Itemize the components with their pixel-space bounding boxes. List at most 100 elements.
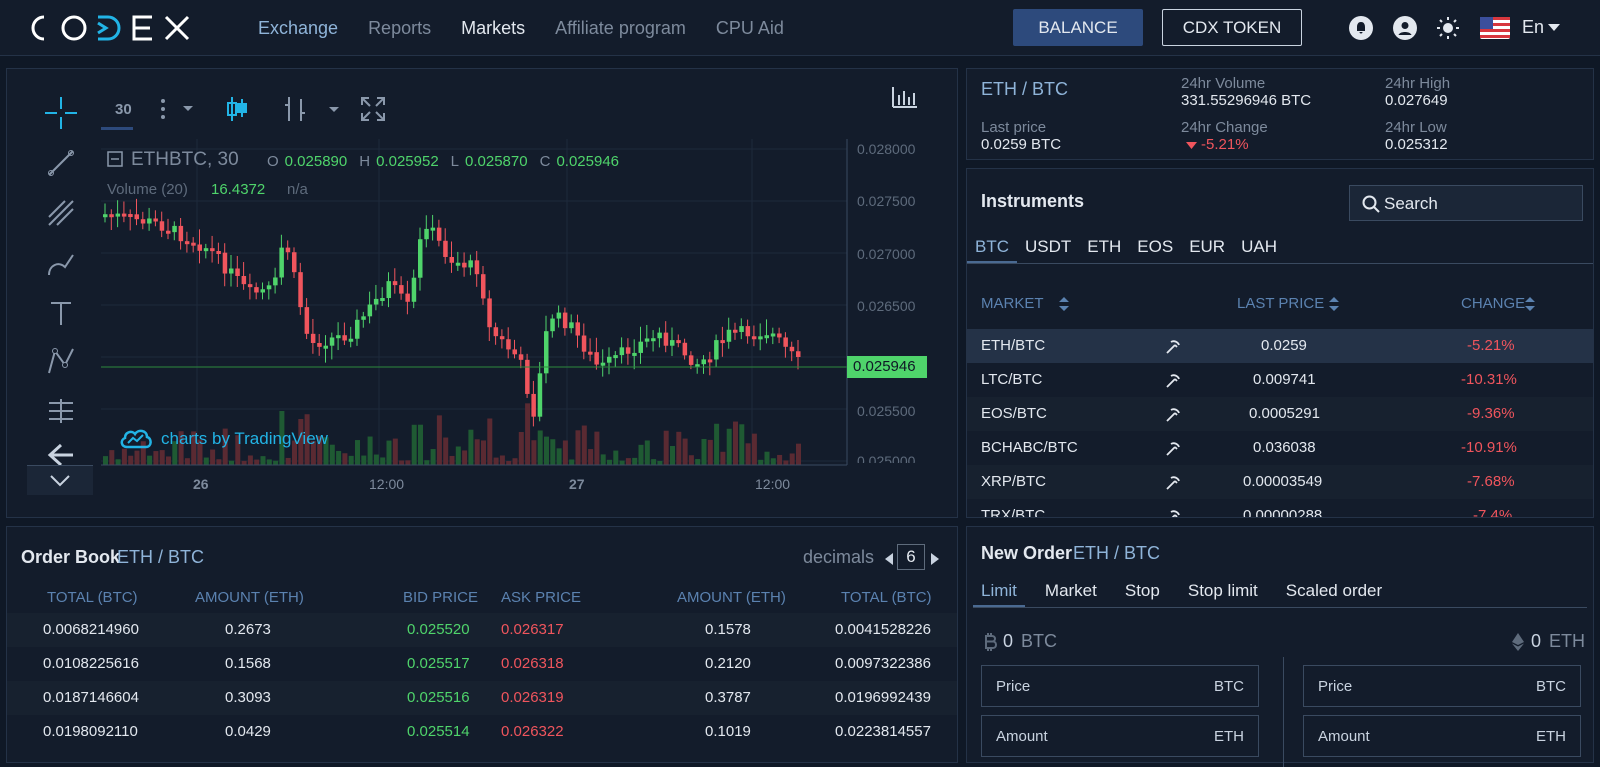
amount-unit: ETH xyxy=(1214,728,1244,745)
col-market[interactable]: MARKET xyxy=(981,295,1044,312)
sell-price-input[interactable]: Price BTC xyxy=(1303,665,1581,707)
pickaxe-icon[interactable] xyxy=(1165,407,1181,423)
tab-stop-limit[interactable]: Stop limit xyxy=(1180,579,1266,607)
instruments-search-input[interactable]: Search xyxy=(1349,185,1583,221)
volume-bar xyxy=(518,432,524,465)
collapse-legend-icon[interactable] xyxy=(107,151,123,167)
instrument-row[interactable]: ETH/BTC 0.0259 -5.21% xyxy=(967,329,1593,363)
nav-affiliate[interactable]: Affiliate program xyxy=(555,18,686,39)
tradingview-link[interactable]: charts by TradingView xyxy=(161,429,328,449)
brush-icon[interactable] xyxy=(45,247,77,279)
price-placeholder: Price xyxy=(996,678,1031,695)
crosshair-icon[interactable] xyxy=(43,95,79,131)
order-book-row[interactable]: 0.0108225616 0.1568 0.025517 0.026318 0.… xyxy=(7,647,957,681)
volume-bar xyxy=(714,423,720,465)
text-tool-icon[interactable] xyxy=(45,297,77,329)
candle xyxy=(342,335,347,341)
candle xyxy=(103,214,108,218)
tab-stop[interactable]: Stop xyxy=(1117,579,1168,607)
amount-unit: ETH xyxy=(1536,728,1566,745)
volume-bar xyxy=(701,438,707,465)
col-last-price[interactable]: LAST PRICE xyxy=(1237,295,1324,312)
collapse-tools-button[interactable] xyxy=(27,465,93,495)
us-flag-icon[interactable] xyxy=(1480,17,1510,39)
volume-bar xyxy=(537,430,543,465)
instrument-row[interactable]: EOS/BTC 0.0005291 -9.36% xyxy=(967,397,1593,431)
tab-eos[interactable]: EOS xyxy=(1129,235,1181,263)
total-bid: 0.0108225616 xyxy=(43,655,139,672)
instrument-row[interactable]: BCHABC/BTC 0.036038 -10.91% xyxy=(967,431,1593,465)
candle xyxy=(329,337,335,346)
nav-cpu-aid[interactable]: CPU Aid xyxy=(716,18,784,39)
indicators-icon[interactable] xyxy=(283,95,353,123)
decimals-increase-icon[interactable] xyxy=(931,553,939,565)
candle xyxy=(455,262,461,266)
fib-tool-icon[interactable] xyxy=(45,197,77,229)
nav-reports[interactable]: Reports xyxy=(368,18,431,39)
bid-price: 0.025520 xyxy=(407,621,470,638)
tab-limit[interactable]: Limit xyxy=(973,579,1025,607)
interval-selector[interactable]: 30 xyxy=(115,101,132,118)
back-arrow-icon[interactable] xyxy=(47,443,75,467)
order-book-row[interactable]: 0.0198092110 0.0429 0.025514 0.026322 0.… xyxy=(7,715,957,749)
tab-eth[interactable]: ETH xyxy=(1079,235,1129,263)
buy-amount-input[interactable]: Amount ETH xyxy=(981,715,1259,757)
chevron-down-icon[interactable] xyxy=(1548,24,1560,32)
sort-icon[interactable] xyxy=(1329,297,1339,311)
user-icon[interactable] xyxy=(1393,16,1417,40)
tab-uah[interactable]: UAH xyxy=(1233,235,1285,263)
close-value: 0.025946 xyxy=(556,153,620,170)
instrument-row[interactable]: XRP/BTC 0.00003549 -7.68% xyxy=(967,465,1593,499)
decimals-value[interactable]: 6 xyxy=(897,544,925,570)
instrument-row[interactable]: TRX/BTC 0.00000288 -7.4% xyxy=(967,499,1593,517)
chart-canvas[interactable] xyxy=(7,69,957,517)
trendline-icon[interactable] xyxy=(45,147,77,179)
volume-bar xyxy=(739,424,745,465)
volume-bar xyxy=(153,451,159,465)
bell-icon[interactable] xyxy=(1349,16,1373,40)
language-label[interactable]: En xyxy=(1522,17,1544,38)
pickaxe-icon[interactable] xyxy=(1165,373,1181,389)
tab-market[interactable]: Market xyxy=(1037,579,1105,607)
tab-eur[interactable]: EUR xyxy=(1181,235,1233,263)
order-book-row[interactable]: 0.0187146604 0.3093 0.025516 0.026319 0.… xyxy=(7,681,957,715)
pickaxe-icon[interactable] xyxy=(1165,441,1181,457)
sort-icon[interactable] xyxy=(1525,297,1535,311)
price-unit: BTC xyxy=(1536,678,1566,695)
pickaxe-icon[interactable] xyxy=(1165,475,1181,491)
col-change[interactable]: CHANGE xyxy=(1461,295,1525,312)
candles-icon[interactable] xyxy=(225,95,249,123)
buy-price-input[interactable]: Price BTC xyxy=(981,665,1259,707)
tab-btc[interactable]: BTC xyxy=(967,235,1017,263)
volume-bar xyxy=(733,421,738,465)
sell-amount-input[interactable]: Amount ETH xyxy=(1303,715,1581,757)
theme-sun-icon[interactable] xyxy=(1436,16,1460,40)
more-options-icon[interactable] xyxy=(157,97,201,121)
balance-button[interactable]: BALANCE xyxy=(1013,9,1143,46)
nav-exchange[interactable]: Exchange xyxy=(258,18,338,39)
fullscreen-icon[interactable] xyxy=(359,95,387,123)
codex-logo-icon xyxy=(31,15,190,41)
market-last-price: 0.009741 xyxy=(1253,371,1316,388)
nav-markets[interactable]: Markets xyxy=(461,18,525,39)
sort-icon[interactable] xyxy=(1059,297,1069,311)
logo[interactable] xyxy=(22,10,202,46)
tab-scaled-order[interactable]: Scaled order xyxy=(1278,579,1390,607)
cdx-token-button[interactable]: CDX TOKEN xyxy=(1162,9,1302,46)
total-bid: 0.0198092110 xyxy=(43,723,138,740)
decimals-decrease-icon[interactable] xyxy=(885,553,893,565)
tab-usdt[interactable]: USDT xyxy=(1017,235,1079,263)
volume-bar xyxy=(392,438,398,465)
candle xyxy=(550,318,555,332)
chart-stats-icon[interactable] xyxy=(891,85,919,109)
pickaxe-icon[interactable] xyxy=(1165,509,1181,517)
measure-icon[interactable] xyxy=(45,395,77,427)
tradingview-cloud-icon[interactable] xyxy=(119,427,153,449)
candle xyxy=(600,362,606,366)
instrument-row[interactable]: LTC/BTC 0.009741 -10.31% xyxy=(967,363,1593,397)
pattern-icon[interactable] xyxy=(45,345,77,377)
order-book-row[interactable]: 0.0068214960 0.2673 0.025520 0.026317 0.… xyxy=(7,613,957,647)
pickaxe-icon[interactable] xyxy=(1165,339,1181,355)
volume-bar xyxy=(273,460,279,465)
candle xyxy=(676,340,681,344)
